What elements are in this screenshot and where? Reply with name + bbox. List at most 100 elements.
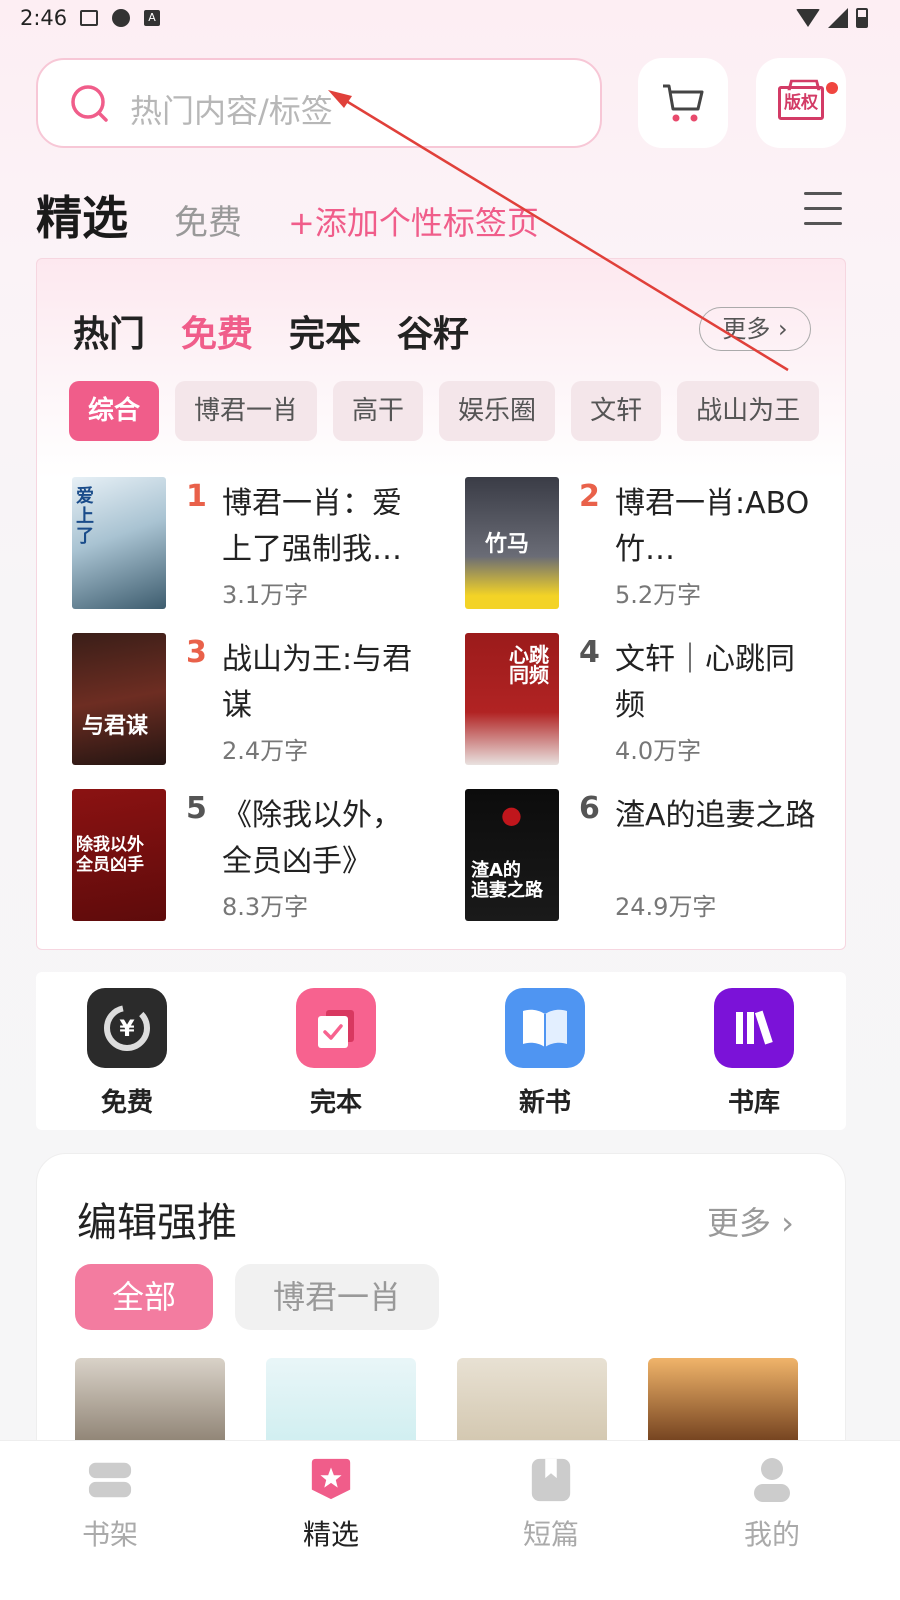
book-title: 《除我以外，全员凶手》 — [222, 798, 402, 879]
book-rank: 2 — [579, 479, 600, 514]
editor-book-cover[interactable] — [266, 1358, 416, 1448]
book-title: 文轩｜心跳同频 — [615, 642, 795, 723]
chip-zhanshan[interactable]: 战山为王 — [677, 381, 820, 441]
ranking-card: 热门 免费 完本 谷籽 更多 › 综合 博君一肖 高干 娱乐圈 文轩 战山为王 爱上了 1… — [36, 258, 846, 950]
book-rank: 6 — [579, 791, 600, 826]
nav-short[interactable]: 短篇 — [491, 1457, 611, 1553]
ranking-tab-hot[interactable]: 热门 — [73, 305, 145, 357]
free-coin-icon: ¥ — [87, 988, 167, 1068]
svg-text:¥: ¥ — [119, 1017, 135, 1042]
nav-label: 短篇 — [522, 1518, 579, 1551]
ranking-chip-row: 综合 博君一肖 高干 娱乐圈 文轩 战山为王 — [69, 381, 833, 443]
quick-entry-label: 免费 — [100, 1088, 153, 1118]
cart-button[interactable] — [638, 58, 728, 148]
finished-check-icon — [296, 988, 376, 1068]
book-cover: 爱上了 — [72, 477, 166, 609]
chip-all[interactable]: 全部 — [75, 1264, 213, 1330]
ranking-tab-finished[interactable]: 完本 — [289, 305, 361, 357]
copyright-button[interactable]: 版权 — [756, 58, 846, 148]
search-input[interactable]: 热门内容/标签 — [36, 58, 602, 148]
book-title: 战山为王:与君谋 — [222, 642, 413, 723]
open-book-icon — [505, 988, 585, 1068]
book-cover: 与君谋 — [72, 633, 166, 765]
chip-entertainment[interactable]: 娱乐圈 — [439, 381, 556, 441]
chip-wenxuan[interactable]: 文轩 — [571, 381, 662, 441]
quick-entry-bar: ¥ 免费 完本 新书 书库 — [36, 972, 846, 1130]
book-word-count: 5.2万字 — [615, 581, 702, 609]
editor-more-link[interactable]: 更多 › — [707, 1198, 794, 1244]
profile-icon — [749, 1457, 795, 1503]
quick-entry-label: 书库 — [727, 1088, 780, 1118]
ranking-more-button[interactable]: 更多 › — [699, 307, 811, 351]
nav-label: 我的 — [743, 1518, 800, 1551]
wifi-icon — [796, 9, 820, 27]
book-title: 博君一肖：爱上了强制我… — [222, 486, 402, 567]
editor-book-cover[interactable] — [75, 1358, 225, 1448]
book-rank: 4 — [579, 635, 600, 670]
book-cover: 竹马 — [465, 477, 559, 609]
copyright-tv-icon: 版权 — [778, 86, 824, 120]
book-cover: 除我以外 全员凶手 — [72, 789, 166, 921]
chip-bjyx[interactable]: 博君一肖 — [235, 1264, 439, 1330]
book-item-4[interactable]: 心跳 同频 4 文轩｜心跳同频 4.0万字 — [465, 633, 825, 769]
star-tag-icon — [308, 1457, 354, 1503]
menu-icon[interactable] — [804, 192, 842, 226]
nav-bookshelf[interactable]: 书架 — [50, 1457, 170, 1553]
nav-featured[interactable]: 精选 — [271, 1457, 391, 1553]
book-item-2[interactable]: 竹马 2 博君一肖:ABO竹… 5.2万字 — [465, 477, 825, 613]
chip-gaogan[interactable]: 高干 — [333, 381, 424, 441]
book-rank: 5 — [186, 791, 207, 826]
search-icon — [71, 85, 108, 122]
quick-entry-library[interactable]: 书库 — [694, 988, 814, 1119]
status-system-icons — [796, 8, 868, 28]
book-item-3[interactable]: 与君谋 3 战山为王:与君谋 2.4万字 — [72, 633, 432, 769]
status-time: 2:46 — [20, 6, 68, 30]
status-notification-icons: A — [80, 9, 160, 27]
ranking-tab-merch[interactable]: 谷籽 — [397, 305, 469, 357]
quick-entry-new[interactable]: 新书 — [485, 988, 605, 1119]
battery-icon — [856, 8, 868, 28]
book-title: 渣A的追妻之路 — [615, 798, 816, 833]
nav-label: 精选 — [302, 1518, 359, 1551]
section-title: 编辑强推 — [77, 1200, 237, 1246]
status-bar: 2:46 A — [0, 0, 900, 40]
image-notification-icon — [80, 10, 98, 26]
bookshelf-icon — [87, 1457, 133, 1503]
book-rank: 1 — [186, 479, 207, 514]
add-tag-page-button[interactable]: +添加个性标签页 — [288, 198, 539, 244]
signal-icon — [828, 8, 848, 28]
quick-entry-free[interactable]: ¥ 免费 — [67, 988, 187, 1119]
search-placeholder: 热门内容/标签 — [130, 92, 333, 130]
bottom-navigation: 书架 精选 短篇 我的 — [0, 1440, 900, 1600]
nav-profile[interactable]: 我的 — [712, 1457, 832, 1553]
book-word-count: 3.1万字 — [222, 581, 309, 609]
a-notification-icon: A — [144, 10, 160, 26]
ranking-tabs: 热门 免费 完本 谷籽 — [73, 305, 469, 357]
quick-entry-label: 新书 — [518, 1088, 571, 1118]
book-word-count: 24.9万字 — [615, 893, 717, 921]
nav-label: 书架 — [81, 1518, 138, 1551]
book-cover: ● 渣A的 追妻之路 — [465, 789, 559, 921]
chip-bjyx[interactable]: 博君一肖 — [175, 381, 318, 441]
chip-overall[interactable]: 综合 — [69, 381, 160, 441]
quick-entry-label: 完本 — [309, 1088, 362, 1118]
quick-entry-finished[interactable]: 完本 — [276, 988, 396, 1119]
book-rank: 3 — [186, 635, 207, 670]
editor-picks-section: 编辑强推 更多 › 全部 博君一肖 — [36, 1153, 846, 1473]
editor-book-cover[interactable] — [648, 1358, 798, 1448]
book-title: 博君一肖:ABO竹… — [615, 486, 810, 567]
book-word-count: 8.3万字 — [222, 893, 309, 921]
book-item-5[interactable]: 除我以外 全员凶手 5 《除我以外，全员凶手》 8.3万字 — [72, 789, 432, 925]
notification-dot — [826, 82, 838, 94]
editor-book-cover[interactable] — [457, 1358, 607, 1448]
book-word-count: 4.0万字 — [615, 737, 702, 765]
tab-selected[interactable]: 精选 — [36, 182, 128, 248]
circle-notification-icon — [112, 9, 130, 27]
library-icon — [714, 988, 794, 1068]
book-word-count: 2.4万字 — [222, 737, 309, 765]
tab-free[interactable]: 免费 — [174, 195, 242, 244]
short-book-icon — [528, 1457, 574, 1503]
ranking-tab-free[interactable]: 免费 — [181, 305, 253, 357]
book-item-6[interactable]: ● 渣A的 追妻之路 6 渣A的追妻之路 24.9万字 — [465, 789, 825, 925]
book-item-1[interactable]: 爱上了 1 博君一肖：爱上了强制我… 3.1万字 — [72, 477, 432, 613]
